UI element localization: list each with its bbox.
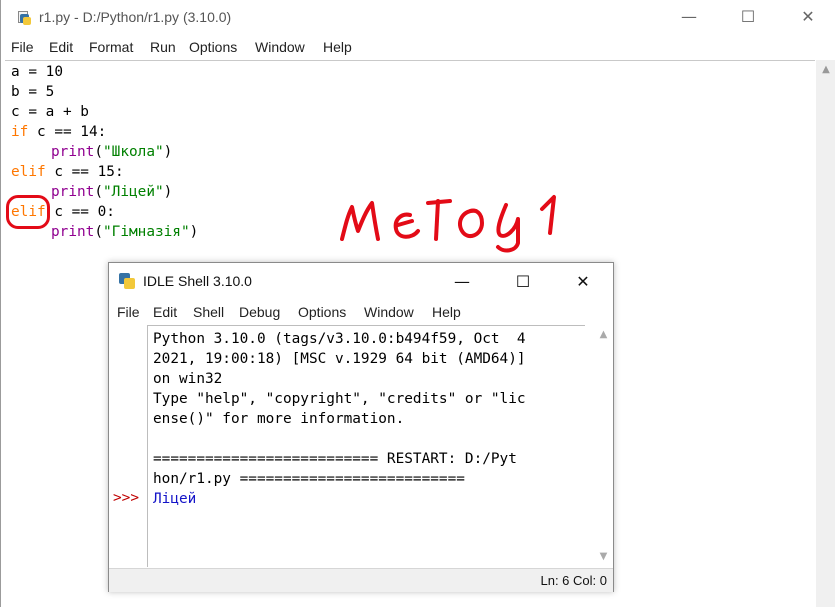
status-bar: Ln: 6 Col: 0	[109, 568, 613, 592]
editor-titlebar[interactable]: r1.py - D:/Python/r1.py (3.10.0) — ☐ ✕	[1, 0, 835, 34]
keyword-if: if	[11, 124, 29, 140]
editor-scrollbar[interactable]: ▲	[816, 60, 835, 607]
keyword-elif: elif	[11, 164, 46, 180]
string-literal: "Ліцей"	[103, 184, 164, 200]
menu-options[interactable]: Options	[189, 39, 237, 55]
shell-menu-edit[interactable]: Edit	[153, 304, 177, 320]
paren-open: (	[94, 184, 103, 200]
shell-menu-window[interactable]: Window	[364, 304, 414, 320]
close-button[interactable]: ✕	[785, 0, 831, 32]
shell-line: Type "help", "copyright", "credits" or "…	[153, 391, 526, 407]
file-icon	[15, 9, 31, 25]
paren-close: )	[163, 184, 173, 200]
shell-line: ense()" for more information.	[153, 411, 405, 427]
code-line-7: print("Ліцей")	[51, 182, 172, 202]
string-literal: "Гімназія"	[103, 224, 190, 240]
shell-menu-help[interactable]: Help	[432, 304, 461, 320]
shell-line: hon/r1.py ==========================	[153, 471, 465, 487]
shell-window: IDLE Shell 3.10.0 — ☐ ✕ File Edit Shell …	[108, 262, 614, 592]
builtin-print: print	[51, 224, 95, 240]
menu-edit[interactable]: Edit	[49, 39, 73, 55]
code-line-6: elif c == 15:	[11, 162, 124, 182]
menu-run[interactable]: Run	[150, 39, 176, 55]
paren-close: )	[163, 144, 173, 160]
code-line-3: c = a + b	[11, 104, 89, 120]
shell-menu-file[interactable]: File	[117, 304, 140, 320]
shell-menu-options[interactable]: Options	[298, 304, 346, 320]
minimize-button[interactable]: —	[666, 0, 712, 32]
code-line-4: if c == 14:	[11, 122, 106, 142]
paren-close: )	[189, 224, 199, 240]
scroll-up-arrow-icon[interactable]: ▲	[816, 64, 835, 75]
shell-scrollbar[interactable]: ▲ ▼	[594, 325, 613, 567]
menu-format[interactable]: Format	[89, 39, 133, 55]
maximize-button[interactable]: ☐	[725, 0, 771, 32]
builtin-print: print	[51, 184, 95, 200]
scroll-down-arrow-icon[interactable]: ▼	[594, 551, 613, 562]
code-line-1: a = 10	[11, 64, 63, 80]
scroll-up-arrow-icon[interactable]: ▲	[594, 329, 613, 340]
shell-maximize-button[interactable]: ☐	[500, 265, 546, 297]
shell-title: IDLE Shell 3.10.0	[143, 273, 252, 289]
program-output: Ліцей	[153, 491, 197, 507]
editor-title: r1.py - D:/Python/r1.py (3.10.0)	[39, 9, 232, 25]
cursor-position: Ln: 6 Col: 0	[540, 573, 608, 588]
condition: c == 15:	[45, 164, 124, 180]
shell-close-button[interactable]: ✕	[560, 265, 606, 297]
condition: c == 0:	[45, 204, 115, 220]
editor-menubar: File Edit Format Run Options Window Help	[1, 36, 835, 58]
shell-menu-shell[interactable]: Shell	[193, 304, 224, 320]
shell-minimize-button[interactable]: —	[439, 265, 485, 297]
shell-prompt: >>>	[113, 490, 139, 506]
code-line-9: print("Гімназія")	[51, 222, 198, 242]
shell-line: 2021, 19:00:18) [MSC v.1929 64 bit (AMD6…	[153, 351, 526, 367]
code-line-2: b = 5	[11, 84, 55, 100]
python-icon	[119, 273, 135, 289]
string-literal: "Школа"	[103, 144, 164, 160]
shell-line: Python 3.10.0 (tags/v3.10.0:b494f59, Oct…	[153, 331, 526, 347]
shell-output-area[interactable]: Python 3.10.0 (tags/v3.10.0:b494f59, Oct…	[147, 325, 585, 568]
handwritten-annotation	[340, 195, 556, 253]
menu-help[interactable]: Help	[323, 39, 352, 55]
shell-line: ========================== RESTART: D:/P…	[153, 451, 517, 467]
paren-open: (	[94, 224, 103, 240]
menu-window[interactable]: Window	[255, 39, 305, 55]
menu-file[interactable]: File	[11, 39, 34, 55]
builtin-print: print	[51, 144, 95, 160]
shell-menu-debug[interactable]: Debug	[239, 304, 280, 320]
shell-line: on win32	[153, 371, 223, 387]
condition: c == 14:	[28, 124, 107, 140]
annotation-circle	[6, 195, 50, 229]
code-line-5: print("Школа")	[51, 142, 172, 162]
paren-open: (	[94, 144, 103, 160]
prompt-gutter: >>> >>>	[109, 325, 148, 586]
